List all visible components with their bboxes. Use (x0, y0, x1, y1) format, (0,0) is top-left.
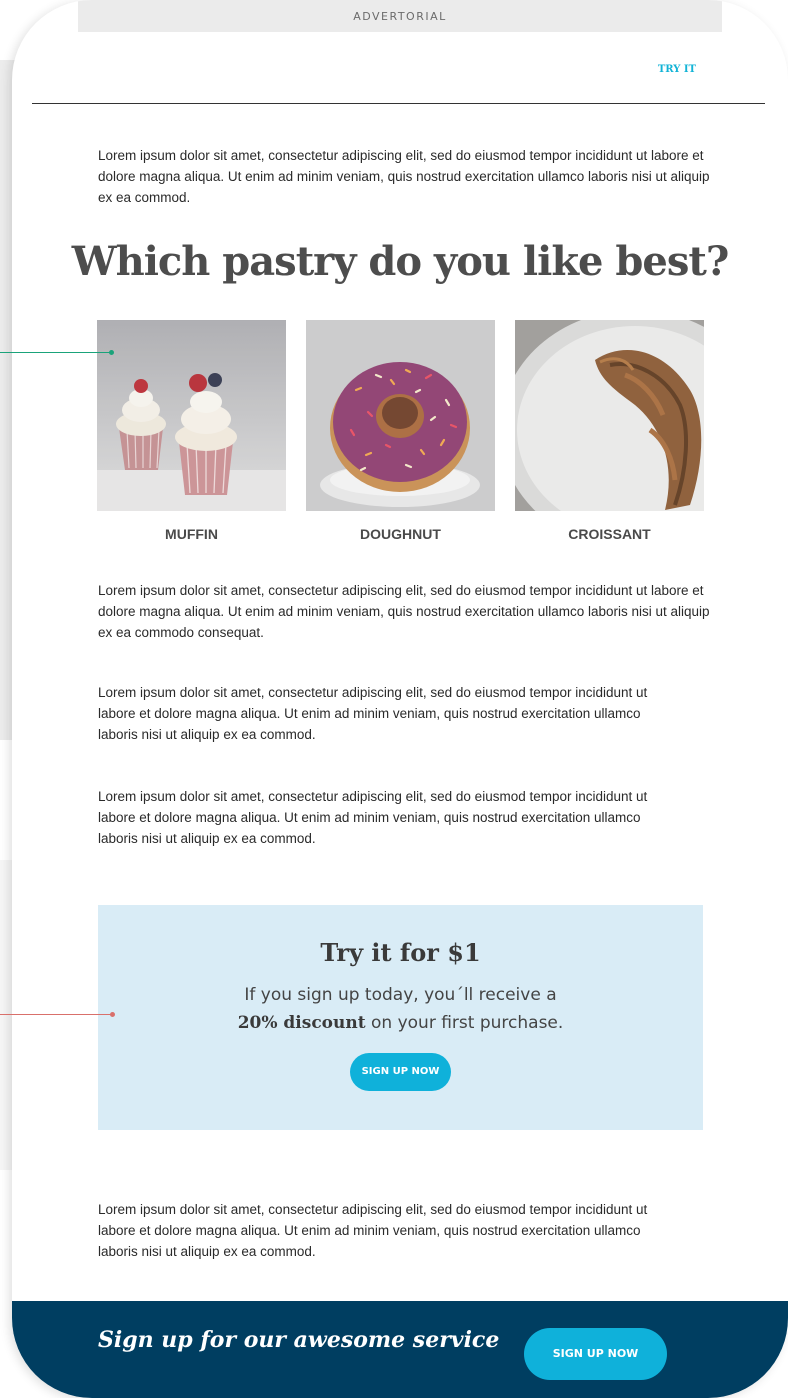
intro-paragraph: Lorem ipsum dolor sit amet, consectetur … (98, 148, 710, 205)
pastry-label-doughnut: DOUGHNUT (360, 526, 441, 542)
body-paragraph-3: Lorem ipsum dolor sit amet, consectetur … (98, 789, 648, 846)
footer-tagline: Sign up for our awesome service (98, 1327, 500, 1353)
phone-frame: ADVERTORIAL TRY IT Lorem ipsum dolor sit… (12, 0, 788, 1398)
pastry-card-croissant[interactable]: CROISSANT (515, 320, 704, 542)
promo-box: Try it for $1 If you sign up today, you´… (98, 905, 703, 1130)
annotation-dot-promo (110, 1012, 115, 1017)
annotation-line-promo (0, 1012, 115, 1017)
muffin-image[interactable] (97, 320, 286, 511)
promo-discount: 20% discount (237, 1013, 366, 1033)
advertorial-banner: ADVERTORIAL (78, 0, 722, 32)
pastry-label-muffin: MUFFIN (165, 526, 218, 542)
pastry-card-muffin[interactable]: MUFFIN (97, 320, 286, 542)
header-divider (32, 103, 765, 104)
annotation-dot-images (109, 350, 114, 355)
promo-text-line-1: If you sign up today, you´ll receive a (244, 985, 557, 1005)
promo-sign-up-button[interactable]: SIGN UP NOW (349, 1053, 452, 1091)
body-paragraph-2: Lorem ipsum dolor sit amet, consectetur … (98, 685, 648, 742)
body-paragraph-1: Lorem ipsum dolor sit amet, consectetur … (98, 583, 710, 640)
closing-paragraph: Lorem ipsum dolor sit amet, consectetur … (98, 1202, 648, 1259)
doughnut-image[interactable] (306, 320, 495, 511)
annotation-line-images (0, 350, 114, 355)
page-title: Which pastry do you like best? (71, 238, 730, 285)
try-it-link[interactable]: TRY IT (658, 64, 696, 75)
pastry-label-croissant: CROISSANT (568, 526, 651, 542)
promo-text: If you sign up today, you´ll receive a 2… (98, 981, 703, 1037)
promo-title: Try it for $1 (320, 938, 481, 967)
pastry-card-doughnut[interactable]: DOUGHNUT (306, 320, 495, 542)
footer-bar: Sign up for our awesome service SIGN UP … (12, 1301, 788, 1398)
footer-sign-up-button[interactable]: SIGN UP NOW (524, 1328, 667, 1380)
promo-text-line-2: on your first purchase. (365, 1013, 564, 1033)
croissant-image[interactable] (515, 320, 704, 511)
